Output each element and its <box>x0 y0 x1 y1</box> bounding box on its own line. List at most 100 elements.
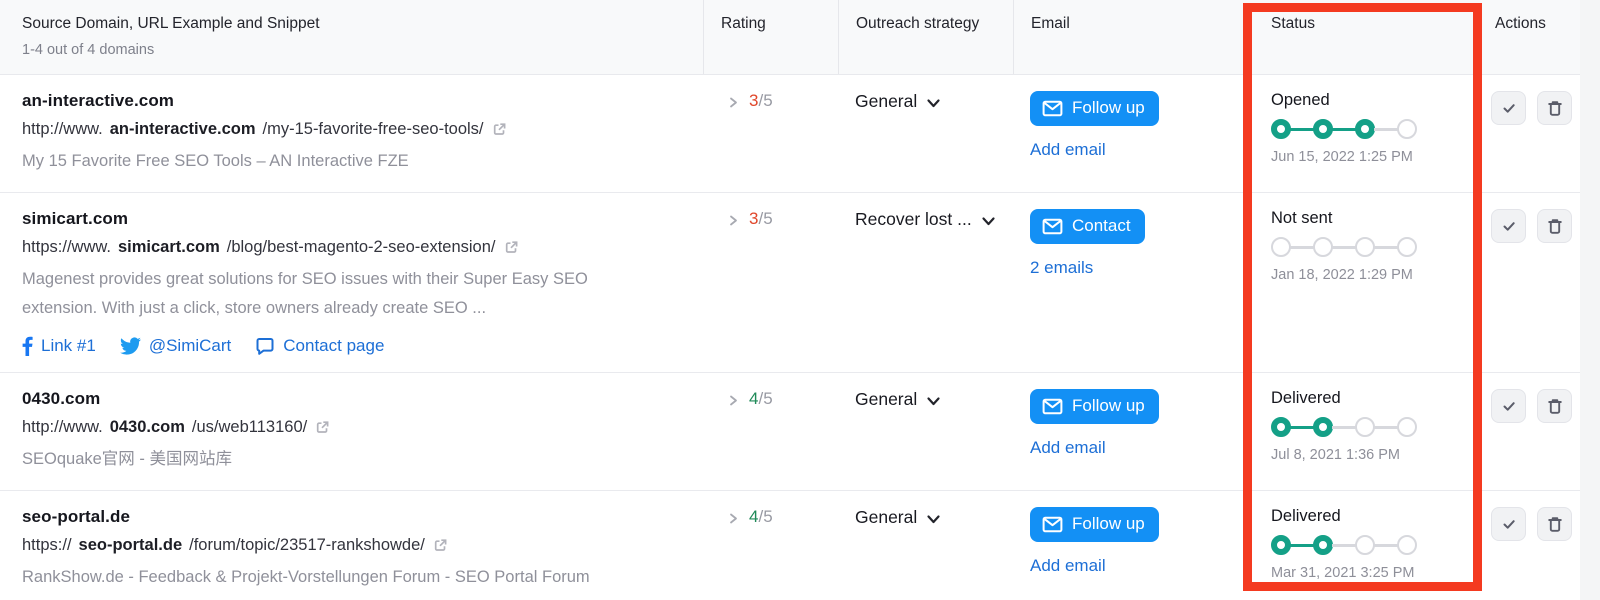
rating-denominator: /5 <box>758 91 773 110</box>
status-date: Jun 15, 2022 1:25 PM <box>1271 149 1413 165</box>
delete-button[interactable] <box>1537 91 1572 125</box>
domain-name[interactable]: 0430.com <box>22 389 663 409</box>
header-outreach-strategy: Outreach strategy <box>838 0 1013 74</box>
status-step-connector <box>1374 425 1398 429</box>
status-step-dot <box>1397 119 1417 139</box>
envelope-icon <box>1042 218 1063 235</box>
confirm-button[interactable] <box>1491 389 1526 423</box>
delete-button[interactable] <box>1537 209 1572 243</box>
status-step-dot <box>1355 417 1375 437</box>
facebook-link[interactable]: Link #1 <box>22 336 96 356</box>
status-stepper <box>1271 119 1417 139</box>
status-cell: Not sent Jan 18, 2022 1:29 PM <box>1245 193 1475 372</box>
url-line[interactable]: https:// seo-portal.de/forum/topic/23517-… <box>22 536 663 555</box>
strategy-dropdown[interactable]: General <box>855 91 941 112</box>
email-secondary-link[interactable]: Add email <box>1030 556 1245 576</box>
status-label: Not sent <box>1271 209 1333 227</box>
external-link-icon[interactable] <box>314 419 331 436</box>
chat-link[interactable]: Contact page <box>255 336 384 356</box>
snippet-text: Magenest provides great solutions for SE… <box>22 270 588 317</box>
email-secondary-link[interactable]: Add email <box>1030 140 1245 160</box>
domain-name[interactable]: seo-portal.de <box>22 507 663 527</box>
chevron-down-icon <box>926 396 941 407</box>
strategy-label: General <box>855 389 918 409</box>
table-body: an-interactive.com http://www. an-interac… <box>0 75 1600 600</box>
domain-name[interactable]: simicart.com <box>22 209 663 229</box>
chevron-right-icon[interactable] <box>727 394 739 412</box>
external-link-icon[interactable] <box>491 121 508 138</box>
rating-denominator: /5 <box>758 209 773 228</box>
email-action-button[interactable]: Contact <box>1030 209 1145 244</box>
rating-value[interactable]: 3/5 <box>749 209 773 229</box>
strategy-dropdown[interactable]: General <box>855 507 941 528</box>
domain-name[interactable]: an-interactive.com <box>22 91 663 111</box>
status-cell: Delivered Jul 8, 2021 1:36 PM <box>1245 373 1475 490</box>
url-line[interactable]: http://www. an-interactive.com/my-15-favo… <box>22 120 663 139</box>
snippet-text: RankShow.de - Feedback & Projekt-Vorstel… <box>22 568 590 586</box>
chevron-down-icon <box>926 514 941 525</box>
strategy-dropdown[interactable]: Recover lost ... <box>855 209 996 230</box>
status-step-connector <box>1290 245 1314 249</box>
table-row: an-interactive.com http://www. an-interac… <box>0 75 1600 193</box>
email-button-label: Contact <box>1072 216 1131 235</box>
rating-value[interactable]: 4/5 <box>749 389 773 409</box>
email-cell: Follow up Add email <box>1013 373 1245 490</box>
url-domain: an-interactive.com <box>109 120 256 138</box>
status-step-connector <box>1374 543 1398 547</box>
status-step-connector <box>1332 543 1356 547</box>
delete-button[interactable] <box>1537 389 1572 423</box>
table-row: seo-portal.de https:// seo-portal.de/foru… <box>0 491 1600 600</box>
email-action-button[interactable]: Follow up <box>1030 507 1159 542</box>
confirm-button[interactable] <box>1491 91 1526 125</box>
email-secondary-link[interactable]: 2 emails <box>1030 258 1245 278</box>
check-icon <box>1500 397 1518 415</box>
social-link-label: Contact page <box>283 336 385 355</box>
email-cell: Contact 2 emails <box>1013 193 1245 372</box>
confirm-button[interactable] <box>1491 507 1526 541</box>
strategy-cell: General <box>838 491 1013 600</box>
status-label: Delivered <box>1271 507 1341 525</box>
trash-icon <box>1546 515 1564 534</box>
strategy-dropdown[interactable]: General <box>855 389 941 410</box>
external-link-icon[interactable] <box>503 239 520 256</box>
chevron-down-icon <box>981 216 996 227</box>
status-step-dot <box>1313 535 1333 555</box>
check-icon <box>1500 515 1518 533</box>
rating-cell: 3/5 <box>703 193 838 372</box>
status-cell: Opened Jun 15, 2022 1:25 PM <box>1245 75 1475 192</box>
email-button-label: Follow up <box>1072 514 1145 533</box>
chevron-right-icon[interactable] <box>727 214 739 232</box>
url-suffix: /my-15-favorite-free-seo-tools/ <box>262 120 484 138</box>
delete-button[interactable] <box>1537 507 1572 541</box>
twitter-link[interactable]: @SimiCart <box>119 336 231 356</box>
strategy-cell: General <box>838 75 1013 192</box>
external-link-icon[interactable] <box>432 537 449 554</box>
status-cell: Delivered Mar 31, 2021 3:25 PM <box>1245 491 1475 600</box>
rating-value[interactable]: 4/5 <box>749 507 773 527</box>
url-suffix: /us/web113160/ <box>191 418 308 436</box>
status-date: Jul 8, 2021 1:36 PM <box>1271 447 1400 463</box>
status-step-dot <box>1313 417 1333 437</box>
email-secondary-link[interactable]: Add email <box>1030 438 1245 458</box>
status-step-dot <box>1271 417 1291 437</box>
url-line[interactable]: https://www. simicart.com/blog/best-magen… <box>22 238 663 257</box>
email-action-button[interactable]: Follow up <box>1030 91 1159 126</box>
chevron-right-icon[interactable] <box>727 512 739 530</box>
rating-value[interactable]: 3/5 <box>749 91 773 111</box>
rating-denominator: /5 <box>758 507 773 526</box>
status-step-dot <box>1271 237 1291 257</box>
url-prefix: http://www. <box>22 418 103 436</box>
strategy-label: Recover lost ... <box>855 209 972 229</box>
url-line[interactable]: http://www. 0430.com/us/web113160/ <box>22 418 663 437</box>
status-date: Jan 18, 2022 1:29 PM <box>1271 267 1413 283</box>
social-links: Link #1 @SimiCart Contact page <box>22 336 663 356</box>
trash-icon <box>1546 397 1564 416</box>
status-label: Opened <box>1271 91 1330 109</box>
confirm-button[interactable] <box>1491 209 1526 243</box>
url-domain: simicart.com <box>117 238 220 256</box>
email-action-button[interactable]: Follow up <box>1030 389 1159 424</box>
chevron-right-icon[interactable] <box>727 96 739 114</box>
strategy-cell: General <box>838 373 1013 490</box>
table-row: simicart.com https://www. simicart.com/bl… <box>0 193 1600 373</box>
rating-cell: 3/5 <box>703 75 838 192</box>
